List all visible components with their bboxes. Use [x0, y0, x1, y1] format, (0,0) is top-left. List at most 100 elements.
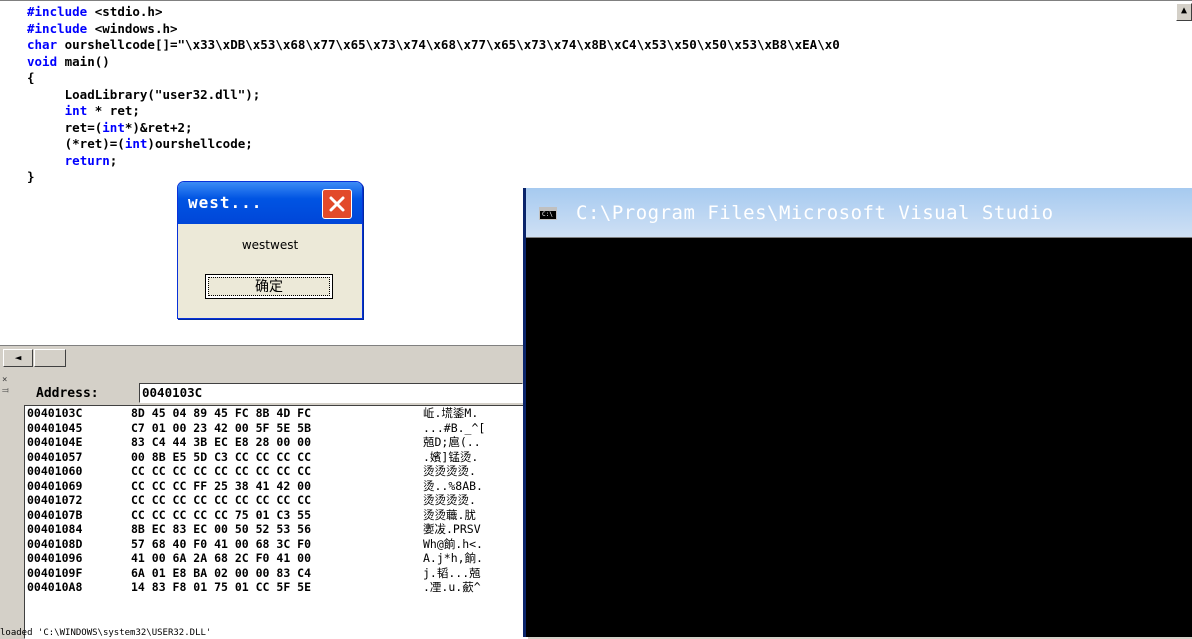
ok-button-label: 确定 — [208, 277, 330, 296]
code-token: LoadLibrary("user32.dll"); — [27, 86, 261, 102]
memory-bytes: CC CC CC CC CC 75 01 C3 55 — [131, 507, 312, 522]
memory-bytes: 6A 01 E8 BA 02 00 00 83 C4 — [131, 565, 312, 580]
memory-ascii: ...#B._^[ — [423, 420, 486, 435]
memory-row[interactable]: 00401060 CC CC CC CC CC CC CC CC CC 烫烫烫烫. — [25, 464, 527, 479]
memory-bytes: 57 68 40 F0 41 00 68 3C F0 — [131, 536, 312, 551]
memory-bytes: CC CC CC CC CC CC CC CC CC — [131, 493, 312, 507]
code-token: ourshellcode[]="\x33\xDB\x53\x68\x77\x65… — [57, 37, 840, 52]
code-keyword: void — [27, 53, 58, 69]
memory-row[interactable]: 0040103C 8D 45 04 89 45 FC 8B 4D FC 岴.塃鋈M. — [25, 406, 527, 421]
ok-button[interactable]: 确定 — [205, 274, 333, 299]
memory-address: 0040104E — [27, 435, 83, 449]
memory-address: 0040103C — [27, 406, 83, 420]
memory-address: 004010A8 — [27, 580, 83, 594]
code-keyword: char — [27, 37, 58, 52]
code-token: * ret; — [87, 103, 140, 118]
memory-bytes: CC CC CC CC CC CC CC CC CC — [131, 464, 312, 478]
message-box-dialog: west... westwest 确定 — [177, 181, 363, 319]
memory-bytes: 83 C4 44 3B EC E8 28 00 00 — [131, 435, 312, 449]
dialog-title: west... — [188, 193, 263, 212]
code-keyword: int — [64, 103, 88, 118]
memory-bytes: 41 00 6A 2A 68 2C F0 41 00 — [131, 551, 312, 565]
memory-ascii: Wh@餉.h<. — [423, 536, 483, 551]
memory-ascii: 烫烫蘵.肬 — [423, 507, 476, 522]
dialog-message: westwest — [241, 238, 299, 252]
code-token: ret=( — [27, 119, 103, 135]
memory-row[interactable]: 0040104E 83 C4 44 3B EC E8 28 00 00 兡D;扈(.… — [25, 435, 527, 450]
memory-address: 00401057 — [27, 449, 83, 464]
memory-row[interactable]: 0040108D 57 68 40 F0 41 00 68 3C F0 Wh@餉.h… — [25, 537, 527, 552]
memory-address: 00401072 — [27, 493, 83, 507]
memory-row[interactable]: 004010A8 14 83 F8 01 75 01 CC 5F 5E .凐.u.蘝… — [25, 580, 527, 595]
horizontal-scrollbar[interactable]: ◄ — [0, 345, 526, 368]
code-keyword: int — [102, 119, 125, 135]
scroll-thumb[interactable] — [34, 349, 66, 367]
code-line[interactable]: int * ret; — [27, 103, 840, 120]
memory-address: 00401060 — [27, 464, 83, 478]
memory-row[interactable]: 00401072 CC CC CC CC CC CC CC CC CC 烫烫烫烫. — [25, 493, 527, 508]
memory-row[interactable]: 00401084 8B EC 83 EC 00 50 52 53 56 嬱冹.PRS… — [25, 522, 527, 537]
dialog-titlebar[interactable]: west... — [178, 182, 362, 224]
code-line[interactable]: char ourshellcode[]="\x33\xDB\x53\x68\x7… — [27, 37, 840, 54]
memory-bytes: 14 83 F8 01 75 01 CC 5F 5E — [131, 580, 312, 594]
code-keyword: #include — [27, 20, 88, 36]
memory-address: 00401084 — [27, 522, 83, 536]
pane-handle-icon[interactable]: × ⫤ — [2, 375, 16, 397]
code-token: (*ret)=( — [27, 136, 125, 151]
code-line[interactable]: { — [27, 70, 840, 87]
code-token: )ourshellcode; — [147, 136, 253, 151]
memory-ascii: 兡D;扈(.. — [423, 435, 481, 449]
code-line[interactable]: #include <windows.h> — [27, 21, 840, 38]
memory-ascii: 烫烫烫烫. — [423, 493, 476, 507]
memory-address: 0040109F — [27, 565, 83, 580]
scroll-up-button[interactable]: ▲ — [1176, 3, 1192, 21]
memory-row[interactable]: 00401057 00 8B E5 5D C3 CC CC CC CC .嬪]锰烫. — [25, 450, 527, 465]
console-icon: C:\ — [539, 207, 557, 220]
memory-ascii: 烫..%8AB. — [423, 478, 483, 493]
memory-address: 0040107B — [27, 507, 83, 522]
editor-gutter — [0, 1, 26, 346]
address-label: Address: — [36, 386, 99, 401]
memory-row[interactable]: 0040109F 6A 01 E8 BA 02 00 00 83 C4 j.韬...… — [25, 566, 527, 581]
code-token: *)&ret+2; — [124, 119, 193, 135]
scroll-left-button[interactable]: ◄ — [3, 349, 33, 367]
code-line[interactable]: return; — [27, 153, 840, 170]
code-token: <stdio.h> — [87, 4, 163, 19]
console-titlebar[interactable]: C:\ C:\Program Files\Microsoft Visual St… — [526, 188, 1192, 238]
memory-ascii: A.j*h,餉. — [423, 551, 483, 565]
code-line[interactable]: ret=(int*)&ret+2; — [27, 120, 840, 137]
memory-dump[interactable]: 0040103C 8D 45 04 89 45 FC 8B 4D FC 岴.塃鋈M.… — [24, 405, 528, 639]
code-token: <windows.h> — [87, 20, 178, 36]
memory-ascii: .凐.u.蘝^ — [423, 580, 481, 594]
code-line[interactable]: #include <stdio.h> — [27, 4, 840, 21]
memory-row[interactable]: 00401045 C7 01 00 23 42 00 5F 5E 5B ...#B.… — [25, 421, 527, 436]
memory-address: 00401045 — [27, 420, 83, 435]
address-input[interactable]: 0040103C — [139, 383, 523, 403]
code-line[interactable]: void main() — [27, 54, 840, 71]
code-token: main() — [57, 53, 110, 69]
memory-bytes: 8B EC 83 EC 00 50 52 53 56 — [131, 522, 312, 536]
console-title: C:\Program Files\Microsoft Visual Studio — [576, 202, 1054, 224]
memory-bytes: 8D 45 04 89 45 FC 8B 4D FC — [131, 406, 312, 420]
code-text[interactable]: #include <stdio.h> #include <windows.h> ch… — [27, 4, 840, 186]
memory-row[interactable]: 00401096 41 00 6A 2A 68 2C F0 41 00 A.j*h,… — [25, 551, 527, 566]
code-keyword: #include — [27, 4, 88, 19]
memory-ascii: 嬱冹.PRSV — [423, 522, 481, 536]
memory-ascii: .嬪]锰烫. — [423, 449, 479, 464]
code-line[interactable]: } — [27, 169, 840, 186]
close-icon — [329, 196, 345, 212]
close-button[interactable] — [322, 189, 352, 219]
memory-address: 00401096 — [27, 551, 83, 565]
code-token: ; — [109, 152, 118, 168]
code-line[interactable]: (*ret)=(int)ourshellcode; — [27, 136, 840, 153]
memory-bytes: 00 8B E5 5D C3 CC CC CC CC — [131, 449, 312, 464]
memory-address: 0040108D — [27, 536, 83, 551]
code-line[interactable]: LoadLibrary("user32.dll"); — [27, 87, 840, 104]
memory-row[interactable]: 00401069 CC CC CC FF 25 38 41 42 00 烫..%8A… — [25, 479, 527, 494]
memory-row[interactable]: 0040107B CC CC CC CC CC 75 01 C3 55 烫烫蘵.肬 — [25, 508, 527, 523]
console-output[interactable] — [526, 238, 1192, 637]
memory-address: 00401069 — [27, 478, 83, 493]
code-token: { — [27, 70, 35, 85]
console-window[interactable]: C:\ C:\Program Files\Microsoft Visual St… — [523, 188, 1192, 637]
memory-bytes: CC CC CC FF 25 38 41 42 00 — [131, 478, 312, 493]
